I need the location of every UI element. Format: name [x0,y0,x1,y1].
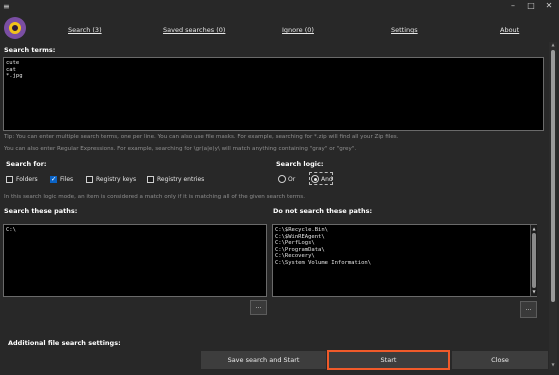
or-radio[interactable] [278,175,286,183]
close-button[interactable]: Close [452,351,548,369]
tab-search[interactable]: Search (3) [68,26,102,34]
tab-ignore[interactable]: Ignore (0) [282,26,314,34]
exclude-paths-value: C:\$Recycle.Bin\ C:\$WinREAgent\ C:\Perf… [275,227,372,266]
search-logic-label: Search logic: [276,160,324,168]
files-checkbox[interactable] [50,175,57,183]
or-label: Or [288,176,296,183]
registry-entries-label: Registry entries [157,176,205,183]
registry-keys-label: Registry keys [96,176,137,183]
exclude-paths-input[interactable]: C:\$Recycle.Bin\ C:\$WinREAgent\ C:\Perf… [272,224,537,297]
search-terms-value: cute cat *.jpg [6,60,23,80]
scroll-up-icon[interactable]: ▲ [531,226,537,231]
page-scroll-up-icon[interactable]: ▲ [550,42,556,47]
menu-icon[interactable]: ≡ [3,2,10,11]
search-for-label: Search for: [6,160,47,168]
tab-settings[interactable]: Settings [391,26,418,34]
tab-saved-searches[interactable]: Saved searches (0) [163,26,225,34]
page-scroll-thumb[interactable] [551,50,555,302]
exclude-paths-label: Do not search these paths: [273,207,373,215]
start-button[interactable]: Start [327,350,450,370]
search-terms-label: Search terms: [4,46,56,54]
title-bar: ≡ – □ ✕ [0,0,559,16]
search-terms-input[interactable]: cute cat *.jpg [3,57,544,131]
tab-about[interactable]: About [500,26,519,34]
files-label: Files [60,176,74,183]
search-paths-input[interactable]: C:\ [3,224,267,297]
folders-label: Folders [16,176,38,183]
minimize-icon[interactable]: – [507,1,519,10]
save-and-start-button[interactable]: Save search and Start [201,351,326,369]
tip-regex: You can also enter Regular Expressions. … [4,146,357,152]
scroll-down-icon[interactable]: ▼ [531,289,537,294]
page-scroll-down-icon[interactable]: ▼ [550,362,556,367]
registry-entries-checkbox[interactable] [147,176,154,183]
and-label: And [321,176,333,183]
exclude-paths-browse-button[interactable]: ... [520,301,537,318]
maximize-icon[interactable]: □ [525,1,537,10]
registry-keys-checkbox[interactable] [86,176,93,183]
exclude-paths-scrollbar[interactable]: ▲ ▼ [530,225,537,296]
page-scrollbar[interactable]: ▲ ▼ [549,42,557,370]
search-logic-note: In this search logic mode, an item is co… [4,194,305,200]
folders-checkbox[interactable] [6,176,13,183]
exclude-paths-scroll-thumb[interactable] [532,233,536,288]
search-paths-label: Search these paths: [4,207,78,215]
search-paths-browse-button[interactable]: ... [250,300,267,315]
additional-settings-label: Additional file search settings: [8,339,121,347]
app-logo [4,17,26,39]
and-radio[interactable] [311,175,319,183]
tip-file-masks: Tip: You can enter multiple search terms… [4,134,399,140]
search-paths-value: C:\ [6,227,16,233]
close-icon[interactable]: ✕ [543,1,555,10]
